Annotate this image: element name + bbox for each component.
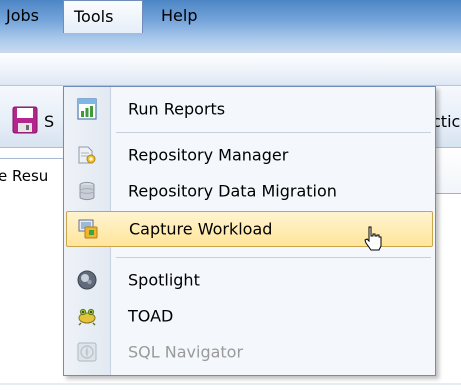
menu-item-label: SQL Navigator (128, 342, 244, 362)
tab-results-label: e Resu (0, 167, 49, 185)
menu-item-run-reports[interactable]: Run Reports (64, 91, 435, 127)
toad-icon (78, 308, 96, 326)
save-icon[interactable] (12, 106, 38, 134)
content-divider (0, 383, 461, 385)
menu-item-label: TOAD (128, 306, 174, 326)
app-window: Jobs Tools Help S ctic e Resu Run Report… (0, 0, 461, 391)
menu-item-label: Repository Manager (128, 145, 289, 165)
toolbar-partial-label: ctic (432, 112, 461, 131)
toolbar-save-label: S (44, 112, 55, 131)
menu-item-toad[interactable]: TOAD (64, 298, 435, 334)
tab-results[interactable]: e Resu (0, 158, 64, 194)
menu-separator (116, 257, 431, 258)
report-icon (77, 98, 97, 120)
menu-jobs[interactable]: Jobs (0, 0, 49, 33)
menu-item-label: Run Reports (128, 99, 226, 119)
menu-bar (0, 52, 461, 86)
repository-manager-icon (78, 146, 96, 164)
menu-separator (116, 132, 431, 133)
menu-item-label: Capture Workload (129, 219, 273, 239)
spotlight-icon (77, 270, 97, 290)
sql-navigator-icon (77, 342, 97, 362)
menu-item-sql-navigator: SQL Navigator (64, 334, 435, 370)
menu-help[interactable]: Help (151, 0, 207, 33)
menu-item-repository-manager[interactable]: Repository Manager (64, 137, 435, 173)
menu-tools[interactable]: Tools (63, 0, 143, 33)
menu-item-repository-data-migration[interactable]: Repository Data Migration (64, 173, 435, 209)
capture-workload-icon (78, 219, 98, 239)
menu-item-spotlight[interactable]: Spotlight (64, 262, 435, 298)
mouse-cursor-icon (364, 226, 382, 251)
data-migration-icon (79, 181, 95, 201)
menu-item-label: Repository Data Migration (128, 181, 337, 201)
menu-item-label: Spotlight (128, 270, 200, 290)
